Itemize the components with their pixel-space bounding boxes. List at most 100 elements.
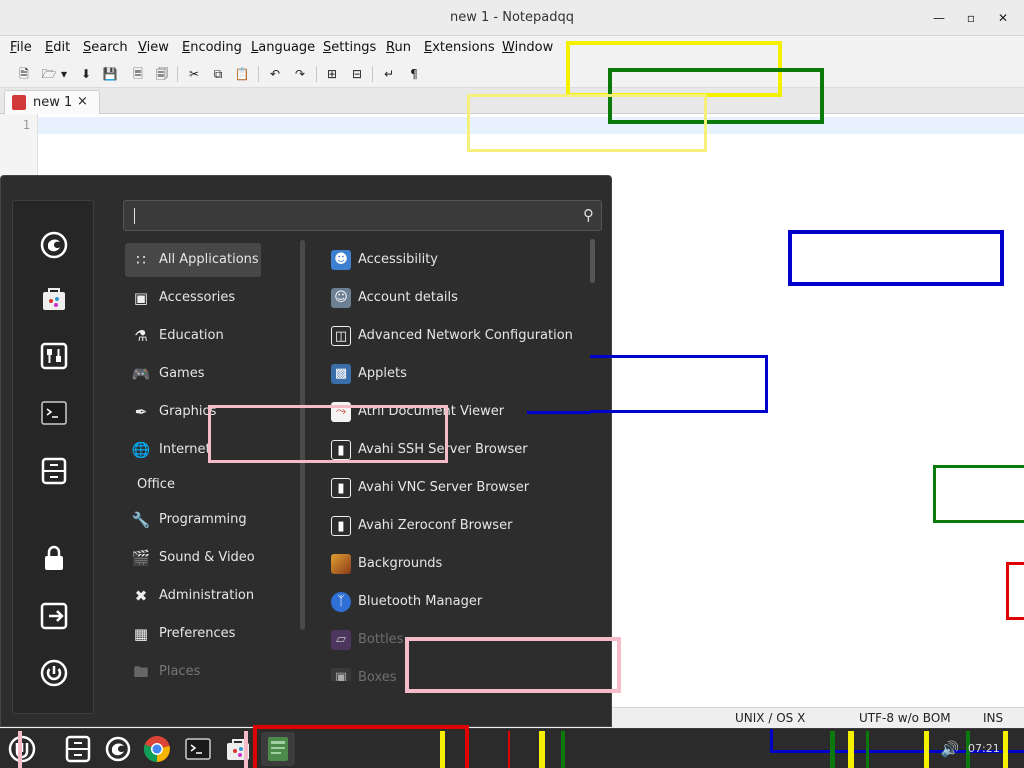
category-accessories[interactable]: ▣ Accessories [125,281,295,315]
terminal-icon[interactable] [182,733,214,765]
menu-window[interactable]: Window [502,40,553,55]
apps-scrollbar[interactable] [590,239,595,283]
category-administration[interactable]: ✖ Administration [125,579,295,613]
tab-close-icon[interactable]: × [77,94,88,109]
menu-language[interactable]: Language [251,40,315,55]
category-label: All Applications [159,252,259,267]
logout-icon[interactable] [35,597,73,635]
menu-icon[interactable] [6,733,38,765]
minimize-icon[interactable]: — [930,9,948,27]
menu-encoding[interactable]: Encoding [182,40,242,55]
app-search-input[interactable]: ⚲ [123,200,602,231]
lock-screen-icon[interactable] [35,539,73,577]
menu-extensions[interactable]: Extensions [424,40,495,55]
app-accessibility[interactable]: ☻ Accessibility [329,243,589,277]
software-manager-icon[interactable] [35,280,73,318]
category-programming[interactable]: 🔧 Programming [125,503,295,537]
favorites-panel [12,200,94,714]
firefox-icon[interactable] [102,733,134,765]
show-all-chars-icon[interactable]: ¶ [404,64,424,84]
menu-view[interactable]: View [138,40,169,55]
app-label: Account details [358,290,458,305]
category-games[interactable]: 🎮 Games [125,357,295,391]
backgrounds-icon [331,554,351,574]
software-manager-icon[interactable] [222,733,254,765]
desktop-screen: new 1 - Notepadqq — ▫ ✕ File Edit Search… [0,0,1024,768]
app-backgrounds[interactable]: Backgrounds [329,547,589,581]
cut-icon[interactable]: ✂ [184,64,204,84]
pink-highlight-box [208,405,448,463]
menu-search[interactable]: Search [83,40,128,55]
account-icon: ☺ [331,288,351,308]
encoding-status[interactable]: UTF-8 w/o BOM [859,711,951,725]
menu-settings[interactable]: Settings [323,40,376,55]
power-icon[interactable] [35,654,73,692]
red-highlight-box [1006,562,1024,620]
category-label: Games [159,366,205,381]
firefox-icon[interactable] [35,226,73,264]
category-label: Education [159,328,224,343]
toolbar-separator [372,66,373,82]
category-preferences[interactable]: ▦ Preferences [125,617,295,651]
open-dropdown-icon[interactable]: ▾ [58,64,70,84]
word-wrap-icon[interactable]: ↵ [379,64,399,84]
maximize-icon[interactable]: ▫ [962,9,980,27]
media-icon: 🎬 [131,549,151,567]
green-highlight-box [933,465,1024,523]
clock[interactable]: 07:21 [968,742,1000,755]
category-places[interactable]: 🖿 Places [125,655,295,679]
volume-icon[interactable]: 🔊 [938,733,962,765]
app-label: Avahi VNC Server Browser [358,480,530,495]
category-all-applications[interactable]: ∷ All Applications [125,243,261,277]
category-education[interactable]: ⚗ Education [125,319,295,353]
undo-icon[interactable]: ↶ [265,64,285,84]
save-all-icon[interactable]: 💾 [100,64,120,84]
avahi-icon: ▮ [331,516,351,536]
yellow-highlight-edge [924,731,929,768]
zoom-out-icon[interactable]: ⊟ [347,64,367,84]
green-highlight-edge [561,731,565,768]
yellow-highlight-edge [440,731,445,768]
app-account-details[interactable]: ☺ Account details [329,281,589,315]
category-sound-video[interactable]: 🎬 Sound & Video [125,541,295,575]
menu-edit[interactable]: Edit [45,40,70,55]
files-icon[interactable] [35,452,73,490]
pink-highlight-edge [244,731,248,768]
save-icon[interactable]: ⬇ [76,64,96,84]
paste-icon[interactable]: 📋 [232,64,252,84]
chrome-icon[interactable] [141,733,173,765]
files-icon[interactable] [62,733,94,765]
folder-icon: 🖿 [133,663,149,679]
copy-icon[interactable]: ⧉ [208,64,228,84]
menubar: File Edit Search View Encoding Language … [0,36,1024,60]
bottles-icon: ▱ [331,630,351,650]
menu-file[interactable]: File [10,40,32,55]
avahi-icon: ▮ [331,478,351,498]
close-all-icon[interactable]: 🗐 [152,64,172,84]
gamepad-icon: 🎮 [131,365,151,383]
app-applets[interactable]: ▩ Applets [329,357,589,391]
app-advanced-network-configuration[interactable]: ◫ Advanced Network Configuration [329,319,589,353]
red-highlight-edge [508,731,510,768]
zoom-in-icon[interactable]: ⊞ [322,64,342,84]
settings-icon[interactable] [35,337,73,375]
category-label: Accessories [159,290,236,305]
redo-icon[interactable]: ↷ [290,64,310,84]
open-file-icon[interactable]: 🗁 [39,64,59,84]
terminal-icon[interactable] [35,394,73,432]
close-icon[interactable]: 🗏 [128,64,148,84]
close-icon[interactable]: ✕ [994,9,1012,27]
app-bluetooth-manager[interactable]: ᛉ Bluetooth Manager [329,585,589,619]
tab-new-1[interactable]: new 1 × [4,90,100,114]
toolbar-separator [316,66,317,82]
category-office[interactable]: Office [125,468,295,502]
window-title: new 1 - Notepadqq [450,10,574,25]
app-avahi-zeroconf-browser[interactable]: ▮ Avahi Zeroconf Browser [329,509,589,543]
new-file-icon[interactable]: 🗎 [14,64,34,84]
toolbar-separator [177,66,178,82]
app-avahi-vnc-server-browser[interactable]: ▮ Avahi VNC Server Browser [329,471,589,505]
eol-mode[interactable]: UNIX / OS X [735,711,805,725]
insert-mode[interactable]: INS [983,711,1003,725]
flask-icon: ⚗ [134,327,148,345]
menu-run[interactable]: Run [386,40,411,55]
